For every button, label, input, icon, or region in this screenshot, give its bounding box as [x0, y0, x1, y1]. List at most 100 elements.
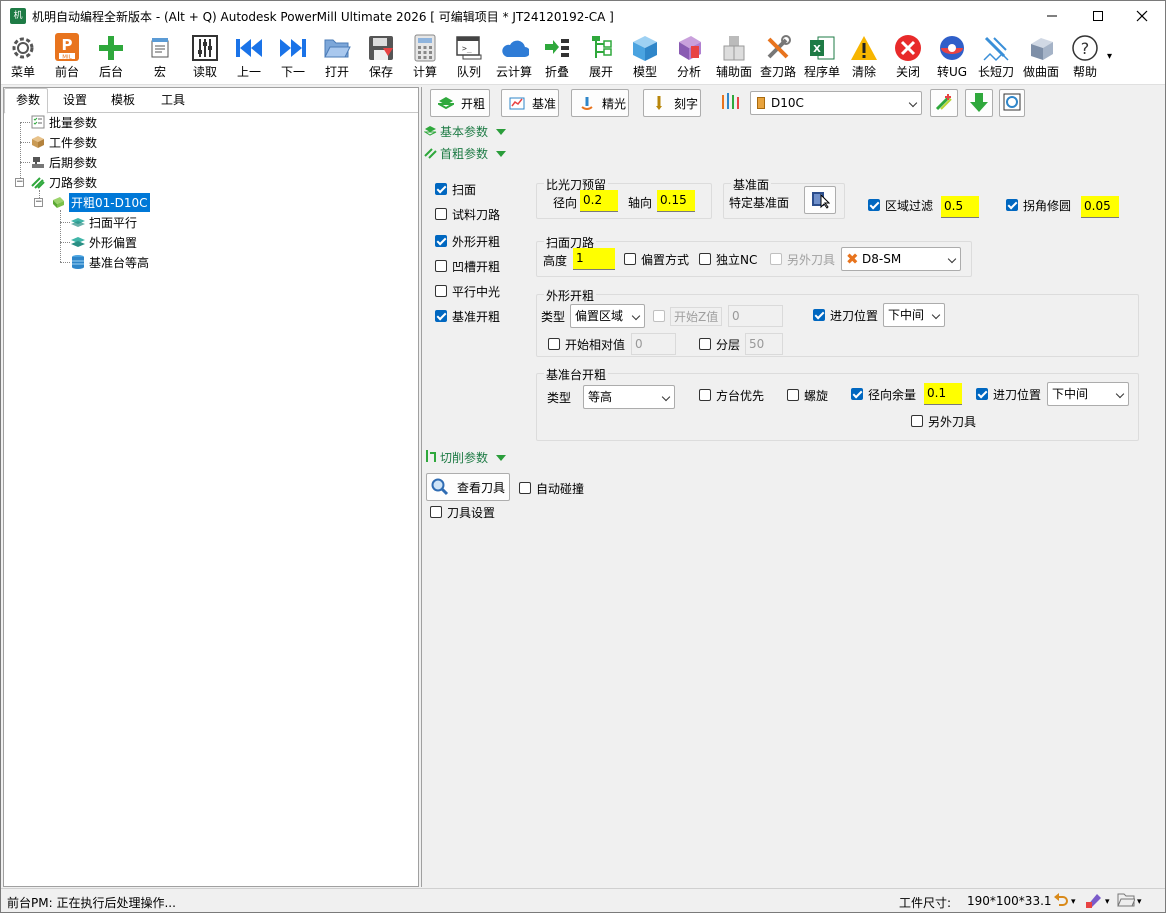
- toolbar-calc-button[interactable]: 计算: [407, 33, 443, 83]
- layers-input[interactable]: 50: [745, 333, 783, 355]
- check-region-filter[interactable]: 区域过滤: [868, 196, 933, 214]
- corner-fillet-input[interactable]: 0.05: [1081, 196, 1119, 218]
- toolbar-frontend-button[interactable]: P MIL 前台: [49, 33, 85, 83]
- toolbar-next-button[interactable]: 下一: [275, 33, 311, 83]
- check-tool-settings[interactable]: 刀具设置: [430, 503, 495, 521]
- tool-select-dropdown[interactable]: D10C: [750, 91, 922, 115]
- tree-item-selected[interactable]: 开粗01-D10C: [50, 192, 150, 212]
- tree-collapse-toggle[interactable]: −: [34, 198, 43, 207]
- toolbar-queue-button[interactable]: >_ 队列: [451, 33, 487, 83]
- maximize-button[interactable]: [1075, 1, 1121, 31]
- check-other-tool[interactable]: 另外刀具: [770, 250, 835, 268]
- radial-allowance-input[interactable]: 0.2: [580, 190, 618, 212]
- frame-button[interactable]: [999, 89, 1025, 117]
- toolbar-prev-button[interactable]: 上一: [231, 33, 267, 83]
- check-radial-stock[interactable]: 径向余量: [851, 385, 916, 403]
- engrave-button[interactable]: 刻字: [643, 89, 701, 117]
- toolbar-model-button[interactable]: 模型: [627, 33, 663, 83]
- toolbar-read-button[interactable]: 读取: [187, 33, 223, 83]
- start-relative-input[interactable]: 0: [631, 333, 676, 355]
- outline-type-dropdown[interactable]: 偏置区域: [570, 304, 645, 328]
- datum-type-dropdown[interactable]: 等高: [583, 385, 675, 409]
- check-entry-position[interactable]: 进刀位置: [813, 306, 878, 324]
- folder-dropdown[interactable]: ▾: [1117, 892, 1142, 911]
- tree-item-outline-offset[interactable]: 外形偏置: [70, 232, 137, 252]
- tab-templates[interactable]: 模板: [100, 88, 146, 113]
- minimize-button[interactable]: [1029, 1, 1075, 31]
- tab-tools[interactable]: 工具: [150, 88, 196, 113]
- check-outline-rough[interactable]: 外形开粗: [435, 232, 500, 250]
- toolbar-clear-button[interactable]: 清除: [846, 33, 882, 83]
- undo-dropdown[interactable]: ▾: [1053, 893, 1076, 910]
- tool-color-dropdown[interactable]: ▾: [1085, 892, 1110, 911]
- toolbar-collapse-button[interactable]: 折叠: [539, 33, 575, 83]
- download-button[interactable]: [965, 89, 993, 117]
- check-face-scan[interactable]: 扫面: [435, 180, 476, 198]
- tree-item-post[interactable]: 后期参数: [30, 152, 97, 172]
- section-cutting-params[interactable]: 切削参数: [424, 449, 507, 466]
- toolbar-program-sheet-button[interactable]: X 程序单: [802, 33, 842, 83]
- toolbar-aux-surface-button[interactable]: 辅助面: [713, 33, 755, 83]
- toolbar-check-toolpath-button[interactable]: 查刀路: [758, 33, 798, 83]
- tree-item-toolpath[interactable]: 刀路参数: [30, 172, 97, 192]
- check-trial-path[interactable]: 试料刀路: [435, 205, 500, 223]
- check-corner-fillet[interactable]: 拐角修圆: [1006, 196, 1071, 214]
- svg-text:P: P: [62, 36, 73, 54]
- section-basic-params[interactable]: 基本参数: [423, 123, 507, 140]
- tool-library-icon[interactable]: [719, 91, 741, 113]
- check-auto-collision[interactable]: 自动碰撞: [519, 479, 584, 497]
- toolbar-overflow-dropdown[interactable]: ▾: [1107, 51, 1112, 62]
- gear-icon: [8, 33, 38, 63]
- radial-stock-input[interactable]: 0.1: [924, 383, 962, 405]
- tree-item-batch[interactable]: 批量参数: [30, 112, 97, 132]
- toolbar-save-button[interactable]: 保存: [363, 33, 399, 83]
- view-tool-button[interactable]: 查看刀具: [426, 473, 510, 501]
- check-pocket-rough[interactable]: 凹槽开粗: [435, 257, 500, 275]
- check-datum-other-tool[interactable]: 另外刀具: [911, 412, 976, 430]
- outline-entry-dropdown[interactable]: 下中间: [883, 303, 945, 327]
- toolbar-close-button[interactable]: 关闭: [890, 33, 926, 83]
- check-datum-entry[interactable]: 进刀位置: [976, 385, 1041, 403]
- tree-item-datum-contour[interactable]: 基准台等高: [70, 252, 149, 272]
- add-tool-button[interactable]: [930, 89, 958, 117]
- face-tool-dropdown[interactable]: ✖ D8-SM: [841, 247, 961, 271]
- check-layers[interactable]: 分层: [699, 335, 740, 353]
- tab-settings[interactable]: 设置: [52, 88, 98, 113]
- toolbar-cloud-button[interactable]: 云计算: [493, 33, 535, 83]
- select-datum-face-button[interactable]: [804, 186, 836, 214]
- check-datum-rough[interactable]: 基准开粗: [435, 307, 500, 325]
- tree-item-workpiece[interactable]: 工件参数: [30, 132, 97, 152]
- toolbar-macro-button[interactable]: 宏: [142, 33, 178, 83]
- tree-collapse-toggle[interactable]: −: [15, 178, 24, 187]
- check-offset-mode[interactable]: 偏置方式: [624, 250, 689, 268]
- face-height-input[interactable]: 1: [573, 248, 615, 270]
- close-window-button[interactable]: [1119, 1, 1165, 31]
- check-start-relative[interactable]: 开始相对值: [548, 335, 625, 353]
- toolbar-open-button[interactable]: 打开: [319, 33, 355, 83]
- toolbar-make-surface-button[interactable]: 做曲面: [1021, 33, 1061, 83]
- toolbar-analysis-button[interactable]: 分析: [671, 33, 707, 83]
- check-square-first[interactable]: 方台优先: [699, 386, 764, 404]
- toolbar-help-button[interactable]: ? 帮助: [1067, 33, 1103, 83]
- region-filter-input[interactable]: 0.5: [941, 196, 979, 218]
- toolbar-long-short-tool-button[interactable]: 长短刀: [976, 33, 1016, 83]
- datum-button[interactable]: 基准: [501, 89, 559, 117]
- start-z-input[interactable]: 0: [728, 305, 783, 327]
- toolbar-menu-button[interactable]: 菜单: [5, 33, 41, 83]
- check-parallel-semi[interactable]: 平行中光: [435, 282, 500, 300]
- check-start-z[interactable]: 开始Z值: [653, 306, 723, 326]
- check-spiral[interactable]: 螺旋: [787, 386, 828, 404]
- section-first-rough[interactable]: 首粗参数: [424, 145, 507, 162]
- tab-params[interactable]: 参数: [4, 88, 48, 114]
- axial-allowance-input[interactable]: 0.15: [657, 190, 695, 212]
- tree-item-face-parallel[interactable]: 扫面平行: [70, 212, 137, 232]
- toolbar-expand-button[interactable]: 展开: [583, 33, 619, 83]
- finish-button[interactable]: 精光: [571, 89, 629, 117]
- toolbar-backend-button[interactable]: 后台: [93, 33, 129, 83]
- expand-arrow-icon: [496, 454, 507, 461]
- datum-entry-dropdown[interactable]: 下中间: [1047, 382, 1129, 406]
- queue-terminal-icon: >_: [454, 33, 484, 63]
- check-independent-nc[interactable]: 独立NC: [699, 250, 757, 268]
- toolbar-to-ug-button[interactable]: 转UG: [934, 33, 970, 83]
- rough-button[interactable]: 开粗: [430, 89, 490, 117]
